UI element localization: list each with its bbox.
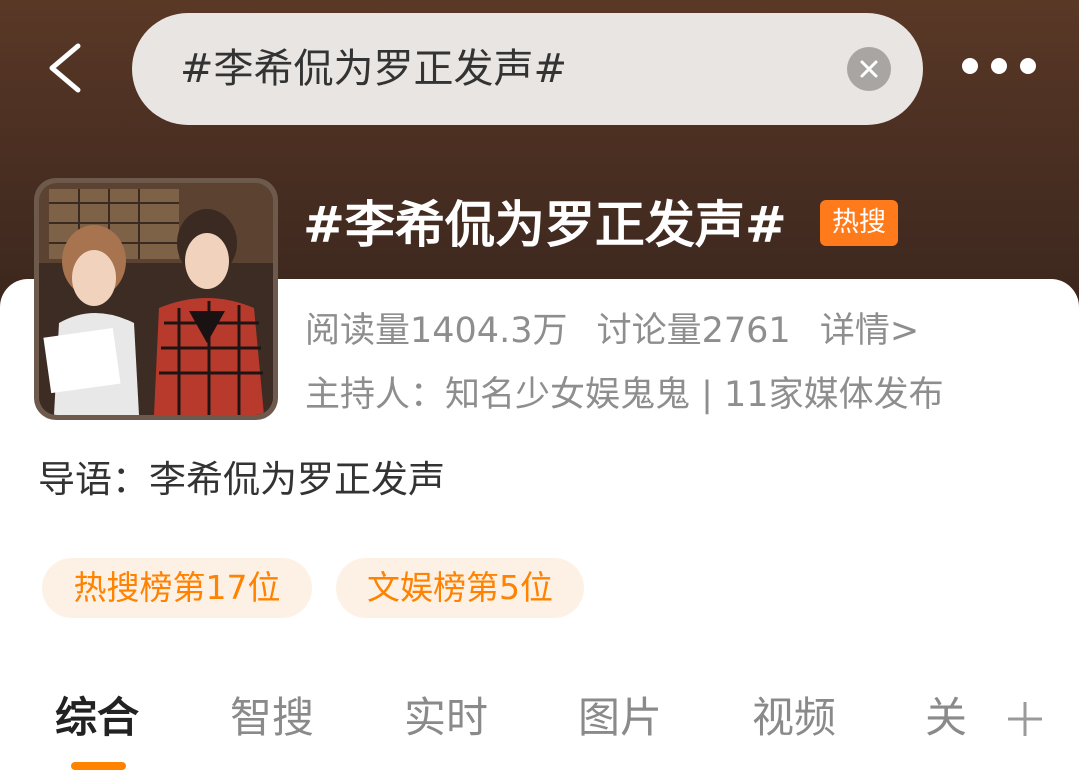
discussion-count: 讨论量2761 bbox=[596, 311, 791, 351]
hot-search-rank-tag[interactable]: 热搜榜第17位 bbox=[42, 558, 312, 618]
tab-videos[interactable]: 视频 bbox=[752, 690, 836, 746]
close-icon bbox=[860, 60, 878, 78]
tab-related[interactable]: 关 bbox=[925, 690, 967, 746]
tab-smart-search[interactable]: 智搜 bbox=[230, 690, 314, 746]
active-tab-indicator bbox=[71, 762, 126, 770]
entertainment-rank-tag[interactable]: 文娱榜第5位 bbox=[336, 558, 584, 618]
clear-search-button[interactable] bbox=[847, 47, 891, 91]
cover-photo bbox=[39, 183, 273, 415]
tab-comprehensive[interactable]: 综合 bbox=[55, 690, 139, 746]
tab-realtime[interactable]: 实时 bbox=[404, 690, 488, 746]
topic-cover-image[interactable] bbox=[34, 178, 278, 420]
details-link[interactable]: 详情> bbox=[820, 311, 919, 351]
hot-badge: 热搜 bbox=[820, 200, 898, 246]
host-info[interactable]: 主持人：知名少女娱鬼鬼 | 11家媒体发布 bbox=[305, 372, 944, 418]
search-input[interactable]: #李希侃为罗正发声# bbox=[132, 13, 923, 125]
ellipsis-icon bbox=[962, 58, 978, 74]
search-query: #李希侃为罗正发声# bbox=[180, 46, 568, 92]
topic-intro: 导语：李希侃为罗正发声 bbox=[38, 458, 445, 501]
more-button[interactable] bbox=[962, 58, 1036, 78]
back-button[interactable] bbox=[40, 40, 96, 96]
plus-icon bbox=[1008, 702, 1042, 736]
tab-images[interactable]: 图片 bbox=[578, 690, 662, 746]
topic-title: #李希侃为罗正发声# bbox=[303, 196, 787, 254]
chevron-left-icon bbox=[49, 43, 81, 93]
add-tab-button[interactable] bbox=[1006, 700, 1044, 738]
topic-stats: 阅读量1404.3万 讨论量2761 详情> bbox=[305, 308, 937, 354]
read-count: 阅读量1404.3万 bbox=[305, 311, 568, 351]
